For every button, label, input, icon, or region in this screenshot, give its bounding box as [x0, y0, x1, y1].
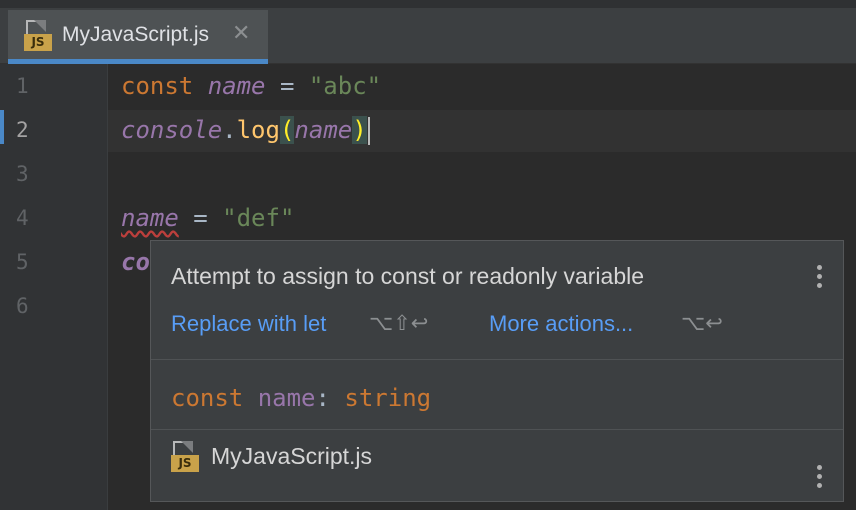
js-file-icon-badge: JS [24, 34, 52, 51]
line-number: 5 [16, 250, 29, 274]
string-literal: "abc" [308, 72, 382, 100]
error-message: Attempt to assign to const or readonly v… [171, 263, 645, 289]
line-number: 4 [16, 206, 29, 230]
tab-label: MyJavaScript.js [62, 23, 210, 46]
method-log: log [236, 116, 280, 144]
source-file-link[interactable]: MyJavaScript.js [211, 443, 372, 470]
signature-type: string [344, 384, 432, 412]
identifier-console: console [121, 116, 223, 144]
line-number: 3 [16, 162, 29, 186]
replace-with-let-link[interactable]: Replace with let [171, 311, 326, 337]
type-signature: const name: string [171, 384, 431, 412]
signature-name: name [257, 384, 316, 412]
more-actions-link[interactable]: More actions... [489, 311, 633, 337]
close-paren-highlight: ) [352, 116, 367, 144]
tab-bar-top-strip [0, 0, 856, 8]
keyword-const: const [121, 72, 194, 100]
identifier-partial: co [121, 248, 150, 276]
more-options-icon[interactable] [817, 465, 823, 491]
signature-keyword: const [171, 384, 244, 412]
open-paren-highlight: ( [279, 116, 295, 144]
more-actions-shortcut: ⌥↩ [681, 311, 723, 335]
signature-colon: : [315, 384, 330, 412]
string-literal: "def" [222, 204, 295, 232]
js-file-icon-badge: JS [171, 455, 199, 472]
close-tab-icon[interactable]: ✕ [232, 20, 250, 46]
js-file-icon: JS [171, 441, 199, 473]
code-line-2[interactable]: console.log(name) [121, 116, 370, 145]
popup-divider [151, 359, 843, 360]
operator-assign: = [265, 72, 309, 100]
inspection-popup: Attempt to assign to const or readonly v… [150, 240, 844, 502]
identifier-name: name [207, 72, 266, 100]
tab-myjavascript[interactable]: JS MyJavaScript.js ✕ [8, 10, 268, 64]
editor-tab-bar: JS MyJavaScript.js ✕ [0, 0, 856, 64]
identifier-name-arg: name [294, 116, 353, 144]
current-line-marker [0, 110, 4, 144]
replace-with-let-shortcut: ⌥⇧↩ [369, 311, 429, 335]
more-options-icon[interactable] [817, 265, 823, 291]
js-file-icon: JS [24, 20, 52, 52]
dot-operator: . [222, 116, 237, 144]
popup-divider [151, 429, 843, 430]
line-number: 1 [16, 74, 29, 98]
operator-assign: = [178, 204, 223, 232]
code-line-1[interactable]: const name = "abc" [121, 72, 381, 100]
code-line-4[interactable]: name = "def" [121, 204, 294, 232]
line-number: 6 [16, 294, 29, 318]
line-number-active: 2 [16, 118, 29, 142]
text-caret [367, 117, 370, 145]
code-line-5[interactable]: co [121, 248, 150, 276]
identifier-name-error[interactable]: name [121, 204, 179, 232]
